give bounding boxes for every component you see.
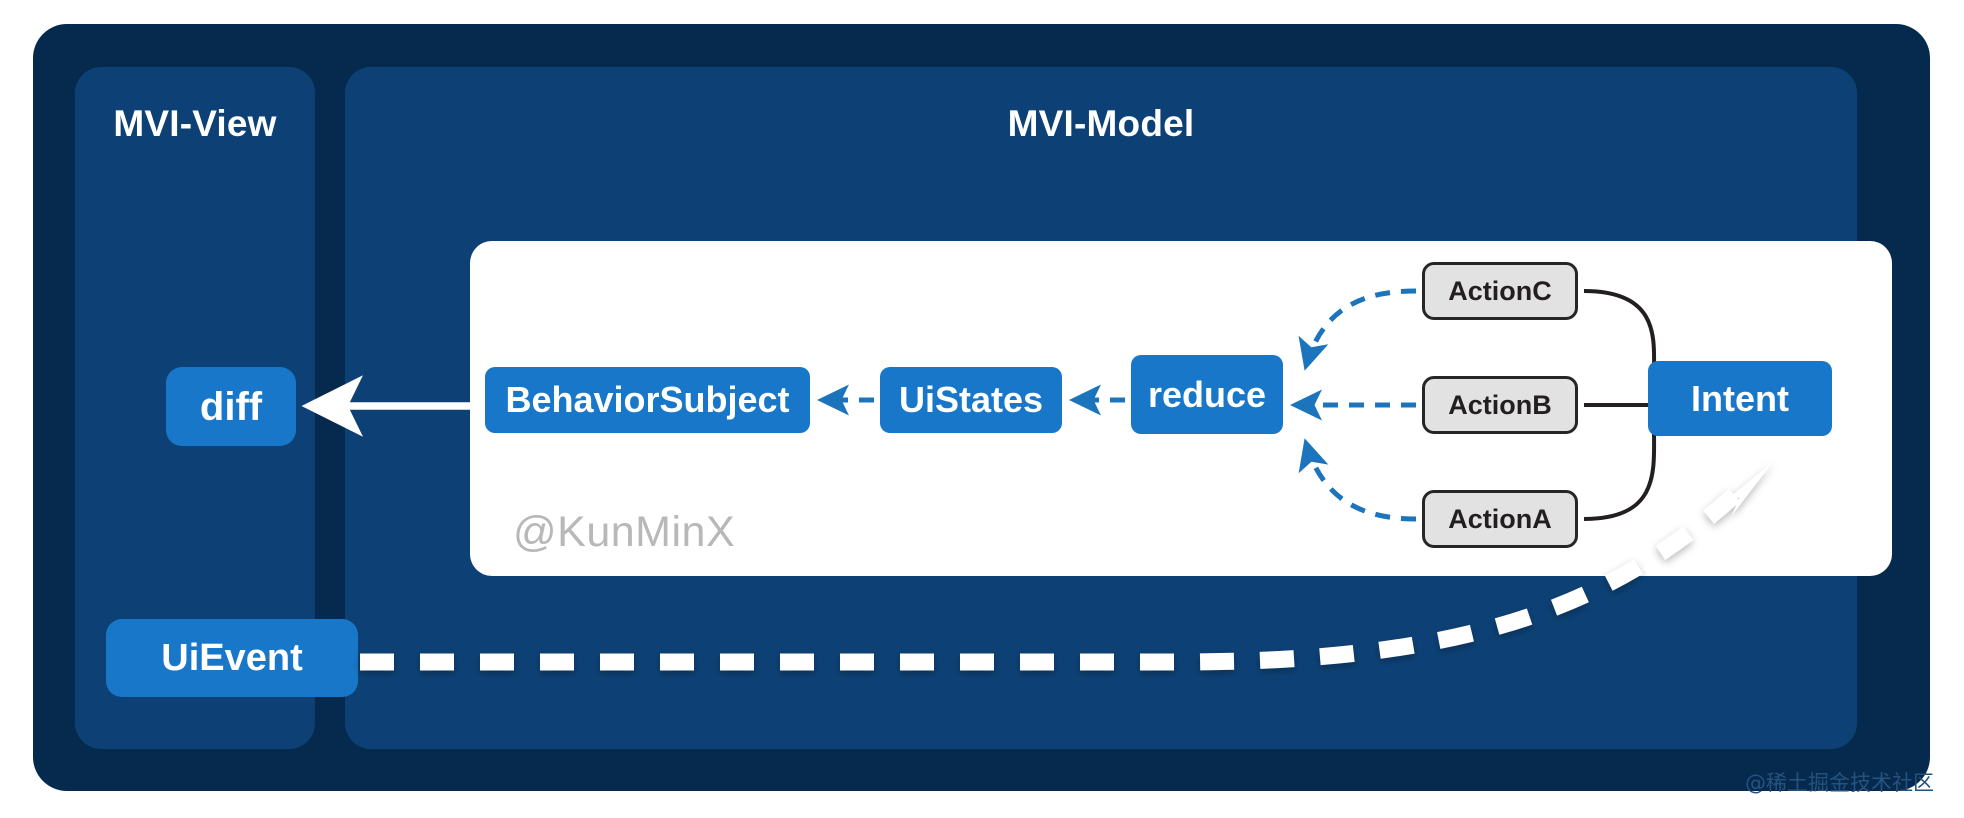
panel-title-mvi-model: MVI-Model — [1007, 103, 1195, 144]
node-actiona[interactable]: ActionA — [1422, 490, 1578, 548]
node-diff-label: diff — [199, 384, 263, 429]
node-actionc-label: ActionC — [1448, 275, 1552, 306]
node-uievent-label: UiEvent — [161, 637, 303, 679]
node-intent[interactable]: Intent — [1648, 361, 1832, 436]
node-actionc[interactable]: ActionC — [1422, 262, 1578, 320]
node-uistates[interactable]: UiStates — [880, 367, 1062, 433]
board-watermark: @KunMinX — [513, 508, 736, 556]
node-behaviorsubject-label: BehaviorSubject — [505, 379, 790, 420]
diagram-canvas: MVI-View MVI-Model @KunMinX diff UiEvent… — [0, 0, 1964, 818]
node-uievent[interactable]: UiEvent — [106, 619, 358, 697]
corner-watermark: @稀土掘金技术社区 — [1745, 771, 1934, 795]
node-behaviorsubject[interactable]: BehaviorSubject — [485, 367, 810, 433]
node-actionb-label: ActionB — [1448, 389, 1552, 420]
panel-title-mvi-view: MVI-View — [113, 103, 277, 144]
node-intent-label: Intent — [1691, 377, 1789, 419]
node-reduce-label: reduce — [1147, 373, 1267, 415]
node-uistates-label: UiStates — [898, 379, 1044, 420]
node-actiona-label: ActionA — [1448, 503, 1552, 534]
node-actionb[interactable]: ActionB — [1422, 376, 1578, 434]
node-reduce[interactable]: reduce — [1131, 355, 1283, 434]
node-diff[interactable]: diff — [166, 367, 296, 446]
